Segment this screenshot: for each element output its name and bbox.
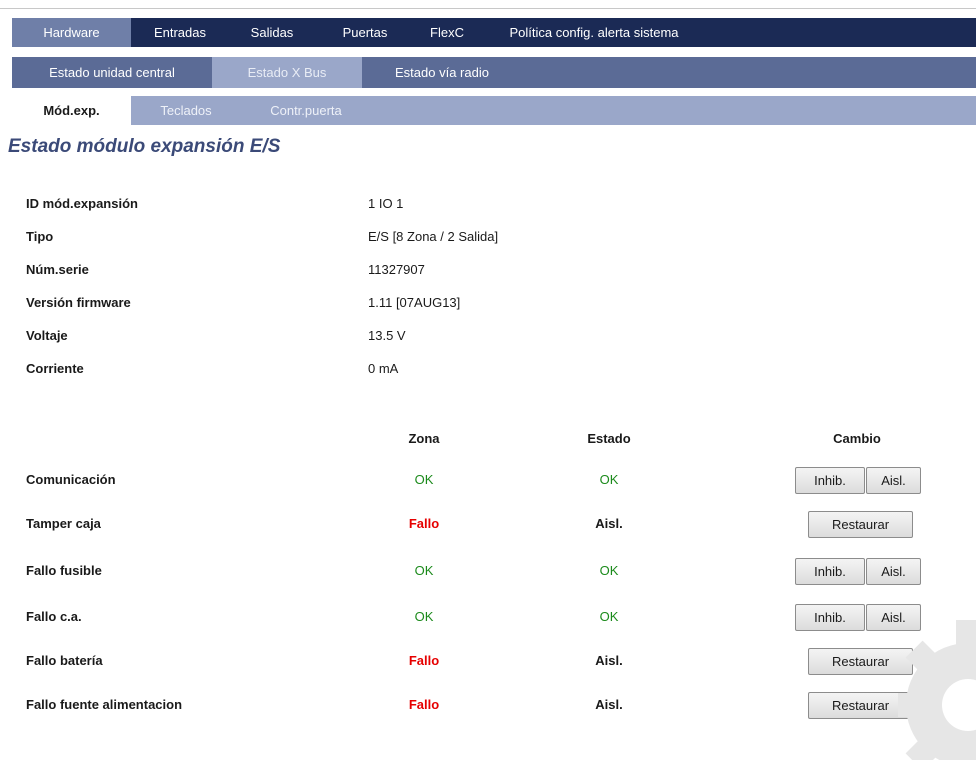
estado-status-fallo-ca: OK xyxy=(599,609,619,624)
info-label-serie: Núm.serie xyxy=(26,262,89,277)
tab-entradas[interactable]: Entradas xyxy=(131,18,229,47)
aisl-button-comunicacion[interactable]: Aisl. xyxy=(866,467,921,494)
tab-hardware[interactable]: Hardware xyxy=(12,18,131,47)
info-value-tipo: E/S [8 Zona / 2 Salida] xyxy=(368,229,499,244)
row-label-tamper-caja: Tamper caja xyxy=(26,516,101,531)
row-label-fallo-ca: Fallo c.a. xyxy=(26,609,82,624)
tab-salidas[interactable]: Salidas xyxy=(229,18,315,47)
info-value-voltaje: 13.5 V xyxy=(368,328,406,343)
zona-status-comunicacion: OK xyxy=(414,472,434,487)
info-label-corriente: Corriente xyxy=(26,361,84,376)
gear-watermark-icon xyxy=(898,620,976,760)
main-tab-bar: Hardware Entradas Salidas Puertas FlexC … xyxy=(12,18,976,47)
row-label-fallo-bateria: Fallo batería xyxy=(26,653,103,668)
zona-status-fallo-fuente: Fallo xyxy=(408,697,440,712)
info-label-tipo: Tipo xyxy=(26,229,54,244)
tab-teclados[interactable]: Teclados xyxy=(131,96,241,125)
info-label-voltaje: Voltaje xyxy=(26,328,68,343)
tab-estado-x-bus[interactable]: Estado X Bus xyxy=(212,57,362,88)
inhib-button-fallo-ca[interactable]: Inhib. xyxy=(795,604,865,631)
window-top-border xyxy=(0,0,976,9)
tab-politica-alerta[interactable]: Política config. alerta sistema xyxy=(479,18,709,47)
page-title: Estado módulo expansión E/S xyxy=(8,136,281,157)
zona-status-fallo-bateria: Fallo xyxy=(408,653,440,668)
tab-estado-via-radio[interactable]: Estado vía radio xyxy=(362,57,522,88)
estado-status-fallo-fuente: Aisl. xyxy=(595,697,623,712)
info-value-firmware: 1.11 [07AUG13] xyxy=(368,295,461,310)
info-value-corriente: 0 mA xyxy=(368,361,399,376)
row-label-fallo-fusible: Fallo fusible xyxy=(26,563,102,578)
zona-status-tamper-caja: Fallo xyxy=(408,516,440,531)
column-header-zona: Zona xyxy=(408,431,440,446)
estado-status-tamper-caja: Aisl. xyxy=(595,516,623,531)
info-label-id: ID mód.expansión xyxy=(26,196,138,211)
info-value-serie: 11327907 xyxy=(368,262,425,277)
tab-estado-unidad-central[interactable]: Estado unidad central xyxy=(12,57,212,88)
inhib-button-comunicacion[interactable]: Inhib. xyxy=(795,467,865,494)
zona-status-fallo-fusible: OK xyxy=(414,563,434,578)
zona-status-fallo-ca: OK xyxy=(414,609,434,624)
tab-puertas[interactable]: Puertas xyxy=(315,18,415,47)
subsub-tab-bar: Mód.exp. Teclados Contr.puerta xyxy=(12,96,976,125)
info-value-id: 1 IO 1 xyxy=(368,196,404,211)
aisl-button-fallo-fusible[interactable]: Aisl. xyxy=(866,558,921,585)
sub-tab-bar: Estado unidad central Estado X Bus Estad… xyxy=(12,57,976,88)
restaurar-button-tamper-caja[interactable]: Restaurar xyxy=(808,511,913,538)
inhib-button-fallo-fusible[interactable]: Inhib. xyxy=(795,558,865,585)
tab-contr-puerta[interactable]: Contr.puerta xyxy=(241,96,371,125)
row-label-fallo-fuente: Fallo fuente alimentacion xyxy=(26,697,183,712)
column-header-cambio: Cambio xyxy=(833,431,881,446)
column-header-estado: Estado xyxy=(587,431,631,446)
tab-flexc[interactable]: FlexC xyxy=(415,18,479,47)
estado-status-comunicacion: OK xyxy=(599,472,619,487)
info-label-firmware: Versión firmware xyxy=(26,295,131,310)
row-label-comunicacion: Comunicación xyxy=(26,472,116,487)
tab-mod-exp[interactable]: Mód.exp. xyxy=(12,96,131,125)
estado-status-fallo-fusible: OK xyxy=(599,563,619,578)
estado-status-fallo-bateria: Aisl. xyxy=(595,653,623,668)
